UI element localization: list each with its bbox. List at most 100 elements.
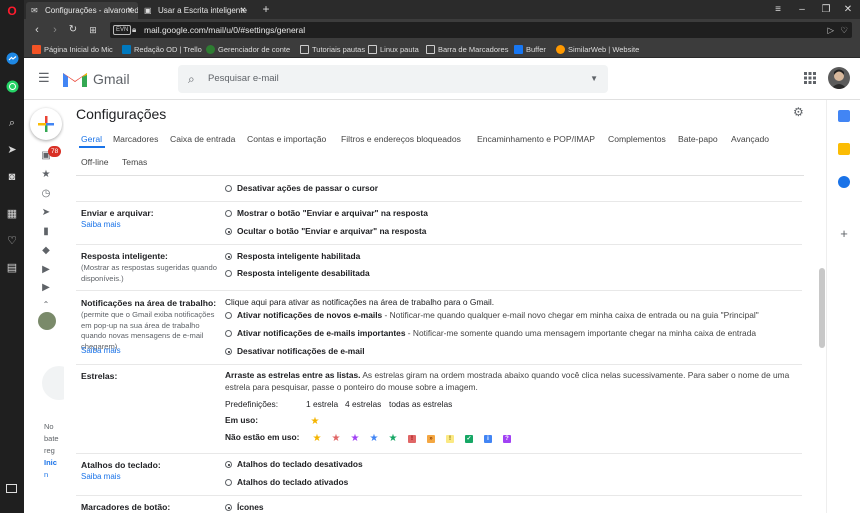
bookmark-folder-linux[interactable]: Linux pauta bbox=[368, 41, 419, 58]
tab-advanced[interactable]: Avançado bbox=[731, 133, 769, 145]
new-tab-button[interactable]: + bbox=[254, 0, 278, 19]
bookmark-folder-tutorials[interactable]: Tutoriais pautas bbox=[300, 41, 365, 58]
preset-four-stars[interactable]: 4 estrelas bbox=[345, 399, 381, 411]
hover-actions-disable-option[interactable]: Desativar ações de passar o cursor bbox=[225, 183, 378, 194]
keyboard-shortcuts-learn-more[interactable]: Saiba mais bbox=[81, 472, 221, 483]
drafts-icon[interactable]: ▮ bbox=[40, 226, 52, 238]
send-archive-hide-option[interactable]: Ocultar o botão "Enviar e arquivar" na r… bbox=[225, 226, 426, 237]
radio-button-selected[interactable] bbox=[225, 461, 232, 468]
tab-filters[interactable]: Filtros e endereços bloqueados bbox=[341, 133, 461, 145]
account-avatar[interactable] bbox=[828, 67, 850, 89]
close-tab-icon[interactable]: × bbox=[240, 2, 246, 19]
star-icon[interactable]: ★ bbox=[388, 434, 398, 444]
search-input[interactable]: Pesquisar e-mail bbox=[208, 72, 279, 86]
star-icon[interactable]: ★ bbox=[350, 434, 360, 444]
compose-button[interactable] bbox=[30, 108, 62, 140]
send-icon[interactable]: ➤ bbox=[5, 143, 19, 157]
enable-notifications-link[interactable]: Clique aqui para ativar as notificações … bbox=[225, 297, 494, 309]
reload-icon[interactable]: ↻ bbox=[66, 22, 80, 38]
preset-all-stars[interactable]: todas as estrelas bbox=[389, 399, 452, 411]
radio-button[interactable] bbox=[225, 330, 232, 337]
tab-general[interactable]: Geral bbox=[81, 133, 102, 145]
snoozed-icon[interactable]: ◷ bbox=[40, 188, 52, 200]
radio-button[interactable] bbox=[225, 185, 232, 192]
messenger-icon[interactable] bbox=[5, 52, 19, 66]
close-tab-icon[interactable]: × bbox=[127, 2, 133, 19]
preset-one-star[interactable]: 1 estrela bbox=[306, 399, 338, 411]
star-icon[interactable]: ★ bbox=[312, 434, 322, 444]
sidebar-cut-link[interactable]: Inic bbox=[44, 458, 57, 468]
tab-menu-icon[interactable]: ≡ bbox=[766, 0, 790, 19]
radio-button[interactable] bbox=[225, 270, 232, 277]
label-icon[interactable]: ▶ bbox=[40, 282, 52, 294]
gear-icon[interactable]: ⚙ bbox=[793, 105, 804, 119]
tab-accounts[interactable]: Contas e importação bbox=[247, 133, 326, 145]
tab-chat[interactable]: Bate-papo bbox=[678, 133, 718, 145]
heart-icon[interactable]: ♡ bbox=[5, 234, 19, 248]
marker-icon[interactable]: ! bbox=[408, 435, 416, 443]
notify-off-option[interactable]: Desativar notificações de e-mail bbox=[225, 346, 365, 357]
url-bar[interactable]: EVN 🔒︎ mail.google.com/mail/u/0/#setting… bbox=[110, 22, 852, 38]
star-icon[interactable]: ★ bbox=[331, 434, 341, 444]
flow-icon[interactable]: ▷ bbox=[827, 22, 834, 38]
news-icon[interactable]: ▤ bbox=[5, 261, 19, 275]
calendar-icon[interactable] bbox=[838, 110, 850, 122]
minimize-icon[interactable]: ‒ bbox=[790, 0, 814, 19]
grid-icon[interactable]: ▦ bbox=[5, 207, 19, 221]
marker-icon[interactable]: ! bbox=[446, 435, 454, 443]
shortcuts-off-option[interactable]: Atalhos do teclado desativados bbox=[225, 459, 363, 470]
button-labels-icons-option[interactable]: Ícones bbox=[225, 502, 264, 513]
back-icon[interactable]: ‹ bbox=[30, 22, 44, 38]
yellow-star-icon[interactable]: ★ bbox=[310, 417, 320, 427]
send-archive-learn-more[interactable]: Saiba mais bbox=[81, 220, 221, 231]
label-icon[interactable]: ▶ bbox=[40, 264, 52, 276]
tab-labels[interactable]: Marcadores bbox=[113, 133, 158, 145]
radio-button-selected[interactable] bbox=[225, 504, 232, 511]
apps-grid-icon[interactable] bbox=[804, 72, 816, 84]
star-icon[interactable]: ★ bbox=[369, 434, 379, 444]
desktop-notifications-learn-more[interactable]: Saiba mais bbox=[81, 346, 221, 357]
search-bar[interactable]: ⌕ Pesquisar e-mail ▼ bbox=[178, 65, 608, 93]
browser-tab-smart-compose[interactable]: ▣ Usar a Escrita inteligente × bbox=[139, 2, 251, 19]
tasks-icon[interactable] bbox=[838, 176, 850, 188]
browser-tab-settings[interactable]: ✉ Configurações - alvaroned × bbox=[26, 2, 138, 19]
maximize-icon[interactable]: ❐ bbox=[814, 0, 838, 19]
tab-themes[interactable]: Temas bbox=[122, 156, 147, 168]
radio-button-selected[interactable] bbox=[225, 228, 232, 235]
sidebar-toggle-icon[interactable] bbox=[6, 484, 17, 493]
radio-button-selected[interactable] bbox=[225, 348, 232, 355]
tab-forwarding[interactable]: Encaminhamento e POP/IMAP bbox=[477, 133, 595, 145]
smart-reply-on-option[interactable]: Resposta inteligente habilitada bbox=[225, 251, 360, 262]
hangouts-avatar[interactable] bbox=[38, 312, 56, 330]
starred-icon[interactable]: ★ bbox=[40, 169, 52, 181]
search-icon[interactable]: ⌕ bbox=[188, 71, 195, 87]
add-addon-icon[interactable]: + bbox=[838, 227, 850, 240]
keep-icon[interactable] bbox=[838, 143, 850, 155]
gmail-logo-icon[interactable] bbox=[62, 69, 88, 89]
bookmark-folder-bookmarks-bar[interactable]: Barra de Marcadores bbox=[426, 41, 508, 58]
tab-addons[interactable]: Complementos bbox=[608, 133, 666, 145]
smart-reply-off-option[interactable]: Resposta inteligente desabilitada bbox=[225, 268, 370, 279]
close-window-icon[interactable]: ✕ bbox=[836, 0, 860, 19]
bookmark-content-manager[interactable]: Gerenciador de conte bbox=[206, 41, 290, 58]
radio-button[interactable] bbox=[225, 312, 232, 319]
scrollbar-thumb[interactable] bbox=[819, 268, 825, 348]
whatsapp-icon[interactable] bbox=[5, 80, 19, 94]
collapse-icon[interactable]: ⌃ bbox=[40, 299, 52, 311]
notify-important-mail-option[interactable]: Ativar notificações de e-mails important… bbox=[225, 328, 756, 339]
radio-button[interactable] bbox=[225, 479, 232, 486]
shortcuts-on-option[interactable]: Atalhos do teclado ativados bbox=[225, 477, 348, 488]
label-icon[interactable]: ◆ bbox=[40, 245, 52, 257]
bookmark-trello[interactable]: Redação OD | Trello bbox=[122, 41, 202, 58]
sent-icon[interactable]: ➤ bbox=[40, 207, 52, 219]
marker-icon[interactable]: i bbox=[484, 435, 492, 443]
bookmark-similarweb[interactable]: SimilarWeb | Website bbox=[556, 41, 639, 58]
bookmark-buffer[interactable]: Buffer bbox=[514, 41, 546, 58]
search-icon[interactable]: ⌕ bbox=[5, 116, 19, 130]
opera-logo-icon[interactable]: O bbox=[5, 4, 19, 18]
marker-icon[interactable]: ✓ bbox=[465, 435, 473, 443]
tab-offline[interactable]: Off-line bbox=[81, 156, 109, 168]
marker-icon[interactable]: » bbox=[427, 435, 435, 443]
heart-bookmark-icon[interactable]: ♡ bbox=[840, 22, 848, 38]
radio-button[interactable] bbox=[225, 210, 232, 217]
